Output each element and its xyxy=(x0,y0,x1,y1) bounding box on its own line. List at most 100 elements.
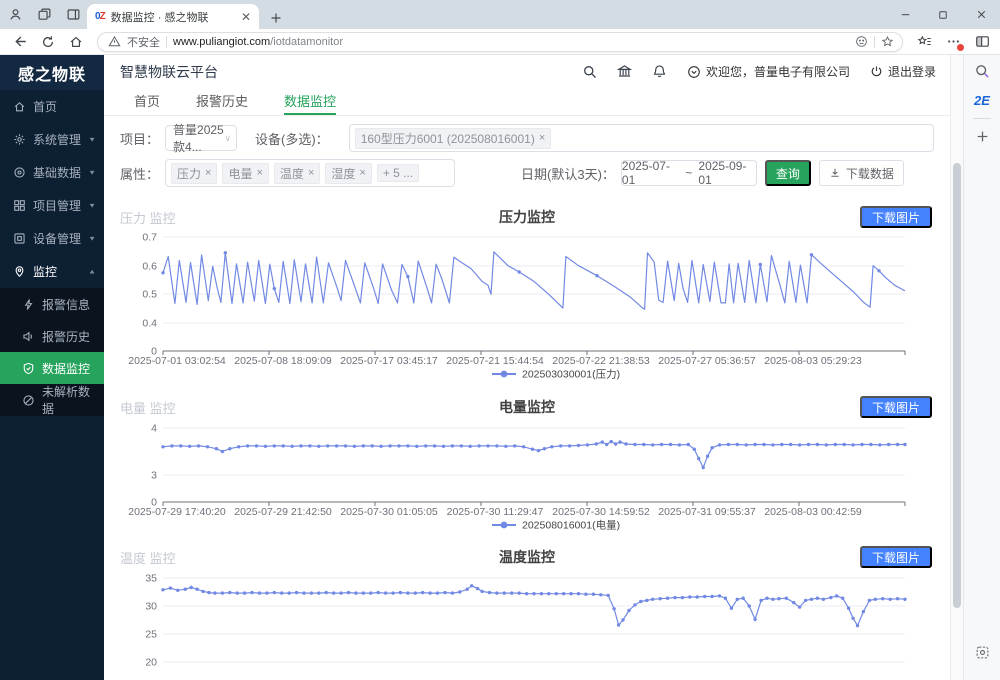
chart-canvas-2: 35302520 xyxy=(104,570,950,671)
sidebar-subitem-unparsed-data[interactable]: 未解析数据 xyxy=(0,384,104,416)
attribute-tag: 温度× xyxy=(274,163,320,184)
browser-profile-pane-icon[interactable] xyxy=(975,34,990,49)
sidebar-subitem-label: 报警信息 xyxy=(42,296,90,313)
download-data-button[interactable]: 下载数据 xyxy=(819,160,904,186)
query-button[interactable]: 查询 xyxy=(765,160,811,186)
sidebar-search-icon[interactable] xyxy=(974,63,990,79)
favorite-star-icon[interactable] xyxy=(881,35,894,48)
sidebar-subitem-label: 未解析数据 xyxy=(42,383,98,417)
sidebar-subitem-label: 数据监控 xyxy=(42,360,90,377)
window-minimize-icon[interactable] xyxy=(886,0,924,29)
device-icon xyxy=(13,232,26,245)
tab-close-icon[interactable]: ✕ xyxy=(241,11,251,23)
profile-icon[interactable] xyxy=(8,7,23,22)
db-icon xyxy=(13,166,26,179)
url-text[interactable]: www.puliangiot.com/iotdatamonitor xyxy=(173,36,849,48)
sidebar-subitem-data-monitor[interactable]: 数据监控 xyxy=(0,352,104,384)
remove-tag-icon[interactable]: × xyxy=(256,167,262,179)
bell-icon[interactable] xyxy=(652,64,667,79)
page-tab-1[interactable]: 报警历史 xyxy=(196,88,248,115)
svg-text:2025-07-29 21:42:50: 2025-07-29 21:42:50 xyxy=(234,506,332,518)
sidebar-subitem-alarm-history[interactable]: 报警历史 xyxy=(0,320,104,352)
svg-text:0.5: 0.5 xyxy=(142,289,157,301)
page-tab-2[interactable]: 数据监控 xyxy=(284,88,336,115)
sidebar-subitem-alarm-info[interactable]: 报警信息 xyxy=(0,288,104,320)
page-tab-0[interactable]: 首页 xyxy=(134,88,160,115)
chart-section-2: 温度 监控 温度监控 下载图片 35302520 xyxy=(104,544,950,671)
search-icon[interactable] xyxy=(582,64,597,79)
svg-text:2025-07-30 01:05:05: 2025-07-30 01:05:05 xyxy=(340,506,438,518)
scrollbar-thumb[interactable] xyxy=(953,163,961,608)
download-image-button[interactable]: 下载图片 xyxy=(860,396,932,418)
page-scrollbar[interactable] xyxy=(950,55,963,680)
sidebar-settings-icon[interactable] xyxy=(975,645,990,660)
sidebar-add-icon[interactable] xyxy=(975,129,990,144)
remove-tag-icon[interactable]: × xyxy=(308,167,314,179)
remove-tag-icon[interactable]: × xyxy=(359,167,365,179)
attribute-multiselect[interactable]: 压力×电量×温度×湿度×+ 5 ... xyxy=(165,159,455,187)
sidebar-item-device-mgmt[interactable]: 设备管理▼ xyxy=(0,222,104,255)
new-tab-icon[interactable] xyxy=(269,11,283,25)
device-multiselect[interactable]: 160型压力6001 (202508016001)× xyxy=(349,124,934,152)
grid-icon xyxy=(13,199,26,212)
svg-text:2025-07-08 18:09:09: 2025-07-08 18:09:09 xyxy=(234,355,332,367)
organization-icon[interactable] xyxy=(617,64,632,79)
sidebar-item-monitor[interactable]: 监控▲ xyxy=(0,255,104,288)
browser-home-icon[interactable] xyxy=(69,35,83,49)
chart-canvas-1: 4302025-07-29 17:40:202025-07-29 21:42:5… xyxy=(104,420,950,532)
browser-tab[interactable]: 0Z 数据监控 · 感之物联 ✕ xyxy=(87,4,259,29)
remove-tag-icon[interactable]: × xyxy=(205,167,211,179)
svg-text:25: 25 xyxy=(145,629,157,641)
logout-button[interactable]: 退出登录 xyxy=(870,63,936,80)
section-label: 温度 监控 xyxy=(120,548,176,567)
reaction-icon[interactable] xyxy=(855,35,868,48)
download-image-button[interactable]: 下载图片 xyxy=(860,206,932,228)
security-label[interactable]: 不安全 xyxy=(127,34,160,50)
svg-text:2025-07-29 17:40:20: 2025-07-29 17:40:20 xyxy=(128,506,226,518)
urlbar-divider xyxy=(166,36,167,48)
svg-text:0.6: 0.6 xyxy=(142,261,157,273)
chart-canvas-0: 0.70.60.50.402025-07-01 03:02:542025-07-… xyxy=(104,230,950,382)
sidebar-item-label: 设备管理 xyxy=(33,230,81,247)
window-maximize-icon[interactable] xyxy=(924,0,962,29)
refresh-icon[interactable] xyxy=(41,35,55,49)
remove-tag-icon[interactable]: × xyxy=(539,132,545,144)
svg-text:0.7: 0.7 xyxy=(142,232,157,244)
svg-text:0.4: 0.4 xyxy=(142,318,157,330)
attribute-more-tag[interactable]: + 5 ... xyxy=(377,164,419,182)
svg-text:2025-07-31 09:55:37: 2025-07-31 09:55:37 xyxy=(658,506,756,518)
gear-icon xyxy=(13,133,26,146)
workspaces-icon[interactable] xyxy=(37,7,52,22)
svg-text:4: 4 xyxy=(151,423,157,435)
svg-text:2025-07-30 14:59:52: 2025-07-30 14:59:52 xyxy=(552,506,650,518)
svg-text:2025-07-01 03:02:54: 2025-07-01 03:02:54 xyxy=(128,355,226,367)
browser-menu-icon[interactable] xyxy=(946,34,961,49)
svg-text:20: 20 xyxy=(145,657,157,669)
section-label: 电量 监控 xyxy=(120,398,176,417)
tab-actions-icon[interactable] xyxy=(66,7,81,22)
sidebar-item-project-mgmt[interactable]: 项目管理▼ xyxy=(0,189,104,222)
extension-icon[interactable]: 2E xyxy=(974,93,990,108)
slash-icon xyxy=(22,394,35,407)
svg-text:202508016001(电量): 202508016001(电量) xyxy=(522,519,620,532)
sidebar-item-base-data[interactable]: 基础数据▼ xyxy=(0,156,104,189)
chart-section-1: 电量 监控 电量监控 下载图片 4302025-07-29 17:40:2020… xyxy=(104,394,950,532)
project-select[interactable]: 普量2025款4...∨ xyxy=(165,125,237,151)
sidebar-item-home[interactable]: 首页 xyxy=(0,90,104,123)
sidebar-item-label: 首页 xyxy=(33,98,57,115)
not-secure-warning-icon xyxy=(108,35,121,48)
svg-text:35: 35 xyxy=(145,573,157,585)
page-tab-bar: 首页 报警历史 数据监控 xyxy=(104,88,950,116)
favorites-bar-icon[interactable] xyxy=(917,34,932,49)
welcome-text[interactable]: 欢迎您，普量电子有限公司 xyxy=(687,63,850,80)
window-close-icon[interactable] xyxy=(962,0,1000,29)
sidebar-item-label: 系统管理 xyxy=(33,131,81,148)
chevron-up-icon: ▲ xyxy=(88,268,96,275)
sidebar-item-system-mgmt[interactable]: 系统管理▼ xyxy=(0,123,104,156)
download-image-button[interactable]: 下载图片 xyxy=(860,546,932,568)
date-range-input[interactable]: 2025-07-01~2025-09-01 xyxy=(621,160,757,186)
user-chevron-icon xyxy=(687,65,701,79)
address-bar[interactable]: 不安全 www.puliangiot.com/iotdatamonitor xyxy=(97,32,903,52)
back-icon[interactable] xyxy=(12,34,27,49)
svg-text:2025-07-27 05:36:57: 2025-07-27 05:36:57 xyxy=(658,355,756,367)
